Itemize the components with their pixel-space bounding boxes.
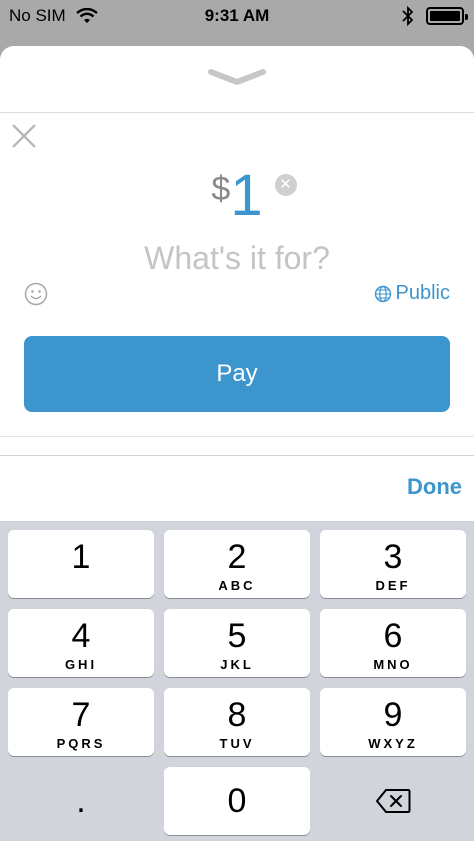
key-letters: ABC: [218, 578, 256, 593]
status-right: [402, 6, 468, 26]
currency-symbol: $: [211, 170, 231, 208]
status-bar: No SIM 9:31 AM: [0, 0, 474, 32]
key-letters: DEF: [375, 578, 411, 593]
key-digit: 3: [383, 538, 403, 576]
key-4[interactable]: 4 GHI: [8, 609, 154, 677]
battery-level: [430, 11, 460, 21]
payment-sheet: $1 ✕ Public Pay Done: [0, 46, 474, 521]
key-letters: PQRS: [56, 736, 106, 751]
key-letters: MNO: [373, 657, 413, 672]
close-icon[interactable]: [10, 122, 38, 150]
key-digit: 0: [227, 782, 247, 820]
key-0[interactable]: 0: [164, 767, 310, 835]
amount-value: 1: [230, 163, 263, 228]
divider: [0, 455, 474, 456]
key-5[interactable]: 5 JKL: [164, 609, 310, 677]
battery-icon: [426, 7, 468, 25]
key-6[interactable]: 6 MNO: [320, 609, 466, 677]
emoji-icon[interactable]: [24, 282, 48, 306]
privacy-selector[interactable]: Public: [374, 282, 450, 305]
key-decimal[interactable]: .: [8, 767, 154, 835]
key-letters: WXYZ: [368, 736, 418, 751]
key-9[interactable]: 9 WXYZ: [320, 688, 466, 756]
key-digit: 4: [71, 617, 91, 655]
done-button[interactable]: Done: [407, 474, 462, 500]
numeric-keyboard: 1 2 ABC 3 DEF 4 GHI 5 JKL 6 MNO 7 PQRS 8…: [0, 521, 474, 841]
backspace-icon: [376, 789, 411, 813]
key-digit: .: [76, 782, 86, 820]
key-digit: 6: [383, 617, 403, 655]
backspace-key[interactable]: [320, 767, 466, 835]
key-digit: 9: [383, 696, 403, 734]
key-digit: 2: [227, 538, 247, 576]
key-2[interactable]: 2 ABC: [164, 530, 310, 598]
note-input[interactable]: [40, 236, 434, 280]
key-1[interactable]: 1: [8, 530, 154, 598]
key-digit: 1: [71, 538, 91, 576]
key-digit: 8: [227, 696, 247, 734]
key-letters: TUV: [219, 736, 255, 751]
globe-icon: [374, 285, 391, 302]
key-3[interactable]: 3 DEF: [320, 530, 466, 598]
key-digit: 5: [227, 617, 247, 655]
amount-group: $1 ✕: [211, 162, 297, 229]
pay-button[interactable]: Pay: [24, 336, 450, 412]
chevron-down-icon[interactable]: [207, 66, 267, 88]
key-letters: GHI: [64, 657, 98, 672]
key-7[interactable]: 7 PQRS: [8, 688, 154, 756]
clear-icon[interactable]: ✕: [274, 174, 297, 196]
key-letters: JKL: [220, 657, 254, 672]
battery-nub: [465, 14, 468, 20]
bluetooth-icon: [402, 6, 414, 26]
amount-display: $1 ✕: [0, 162, 474, 232]
key-8[interactable]: 8 TUV: [164, 688, 310, 756]
divider: [0, 436, 474, 437]
divider: [0, 112, 474, 113]
key-digit: 7: [71, 696, 91, 734]
privacy-label: Public: [395, 282, 450, 304]
